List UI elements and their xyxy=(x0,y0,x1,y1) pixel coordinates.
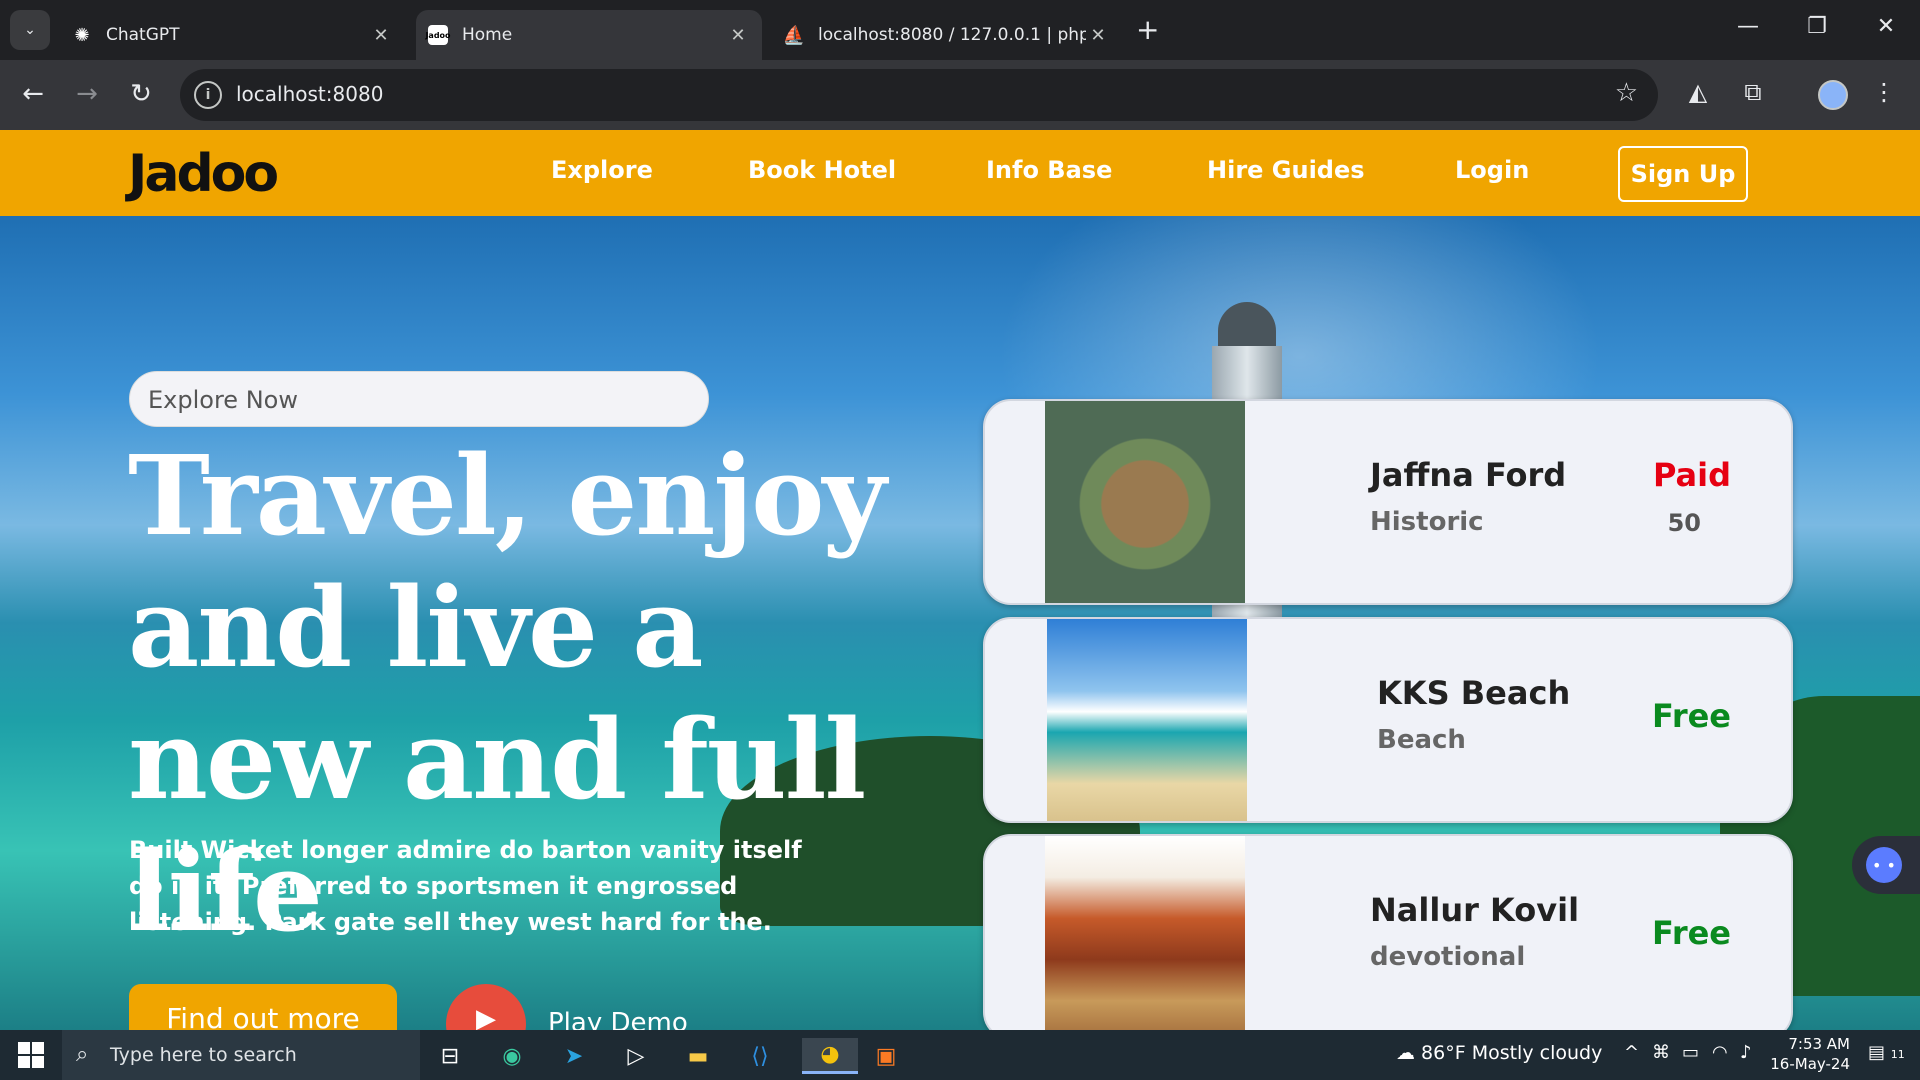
window-close-icon[interactable]: ✕ xyxy=(1866,14,1906,39)
site-logo[interactable]: Jadoo xyxy=(128,144,279,204)
tab-phpmyadmin[interactable]: ⛵ localhost:8080 / 127.0.0.1 | phpMy ✕ xyxy=(772,10,1122,60)
play-icon: ▶ xyxy=(476,1004,496,1030)
restore-icon[interactable]: ❐ xyxy=(1797,14,1837,39)
card-price-status: Free xyxy=(1652,697,1731,735)
card-title: KKS Beach xyxy=(1377,674,1571,712)
xampp-icon[interactable]: ▣ xyxy=(866,1038,906,1074)
tab-label: localhost:8080 / 127.0.0.1 | phpMy xyxy=(818,25,1086,45)
back-icon[interactable]: ← xyxy=(18,80,48,108)
card-category: devotional xyxy=(1370,942,1526,972)
chrome-icon[interactable]: ◕ xyxy=(802,1038,858,1074)
media-player-icon[interactable]: ▷ xyxy=(616,1038,656,1074)
menu-kebab-icon[interactable]: ⋮ xyxy=(1867,78,1901,106)
card-title: Nallur Kovil xyxy=(1370,891,1580,929)
explore-now-pill[interactable]: Explore Now xyxy=(129,371,709,427)
taskbar-search[interactable]: ⌕ Type here to search xyxy=(62,1030,420,1080)
notification-glyph: ▤ xyxy=(1868,1042,1886,1063)
weather-text: 86°F Mostly cloudy xyxy=(1421,1042,1603,1064)
task-view-icon[interactable]: ⊟ xyxy=(430,1038,470,1074)
fort-aerial-image xyxy=(1045,401,1245,603)
card-price-value: 50 xyxy=(1667,509,1701,537)
find-out-more-button[interactable]: Find out more xyxy=(129,984,397,1030)
nav-explore[interactable]: Explore xyxy=(551,156,653,184)
volume-icon[interactable]: ♪ xyxy=(1740,1042,1752,1063)
reload-icon[interactable]: ↻ xyxy=(126,80,156,108)
chat-widget[interactable]: • • xyxy=(1852,836,1920,894)
extension-icon[interactable]: ◭ xyxy=(1681,78,1715,106)
extensions-puzzle-icon[interactable]: ⧉ xyxy=(1736,78,1770,106)
meet-icon[interactable]: ⌘ xyxy=(1652,1042,1670,1063)
destination-card[interactable]: Jaffna Ford Historic Paid 50 xyxy=(983,399,1793,605)
tab-label: ChatGPT xyxy=(106,25,180,45)
wifi-icon[interactable]: ◠ xyxy=(1712,1042,1728,1063)
telegram-icon[interactable]: ➤ xyxy=(554,1038,594,1074)
play-demo-label[interactable]: Play Demo xyxy=(548,1008,688,1030)
phpmyadmin-icon: ⛵ xyxy=(782,24,806,46)
card-category: Historic xyxy=(1370,507,1484,537)
vscode-icon[interactable]: ⟨⟩ xyxy=(740,1038,780,1074)
windows-start-icon[interactable] xyxy=(18,1042,44,1068)
site-info-icon[interactable]: i xyxy=(194,81,222,109)
nav-hire-guides[interactable]: Hire Guides xyxy=(1207,156,1365,184)
chatgpt-icon: ✺ xyxy=(74,24,90,46)
forward-icon[interactable]: → xyxy=(72,80,102,108)
close-icon[interactable]: ✕ xyxy=(369,25,393,46)
taskbar-clock[interactable]: 7:53 AM 16-May-24 xyxy=(1762,1034,1850,1074)
card-title: Jaffna Ford xyxy=(1370,456,1567,494)
beach-image xyxy=(1047,619,1247,821)
explore-now-label: Explore Now xyxy=(148,386,298,414)
notification-icon[interactable]: ▤ 11 xyxy=(1868,1042,1905,1063)
close-icon[interactable]: ✕ xyxy=(1086,25,1110,46)
search-icon: ⌕ xyxy=(76,1042,89,1067)
address-bar[interactable]: i localhost:8080 ☆ xyxy=(180,69,1658,121)
site-navbar: Jadoo Explore Book Hotel Info Base Hire … xyxy=(0,130,1920,216)
temple-image xyxy=(1045,836,1245,1030)
minimize-icon[interactable]: — xyxy=(1728,14,1768,39)
browser-toolbar: ← → ↻ i localhost:8080 ☆ ◭ ⧉ ⋮ xyxy=(0,60,1920,130)
taskbar-search-placeholder: Type here to search xyxy=(110,1044,297,1066)
bookmark-star-icon[interactable]: ☆ xyxy=(1615,78,1638,108)
jadoo-favicon: Jadoo xyxy=(425,25,451,45)
file-explorer-icon[interactable]: ▬ xyxy=(678,1038,718,1074)
weather-widget[interactable]: ☁ 86°F Mostly cloudy xyxy=(1396,1042,1602,1064)
clock-time: 7:53 AM xyxy=(1788,1035,1850,1053)
tab-chatgpt[interactable]: ✺ ChatGPT ✕ xyxy=(60,10,405,60)
battery-icon[interactable]: ▭ xyxy=(1682,1042,1699,1063)
profile-avatar[interactable] xyxy=(1818,80,1848,110)
hero-description: Built Wicket longer admire do barton van… xyxy=(129,836,802,936)
nav-info-base[interactable]: Info Base xyxy=(986,156,1112,184)
close-icon[interactable]: ✕ xyxy=(726,25,750,46)
destination-card[interactable]: KKS Beach Beach Free xyxy=(983,617,1793,823)
card-category: Beach xyxy=(1377,725,1466,755)
weather-cloud-icon: ☁ xyxy=(1396,1042,1415,1064)
new-tab-button[interactable]: + xyxy=(1136,16,1159,44)
tab-label: Home xyxy=(462,25,513,45)
card-price-status: Free xyxy=(1652,914,1731,952)
browser-tab-bar: ⌄ ✺ ChatGPT ✕ Jadoo Home ✕ ⛵ localhost:8… xyxy=(0,0,1920,60)
tray-chevron-icon[interactable]: ^ xyxy=(1624,1042,1639,1063)
url-text[interactable]: localhost:8080 xyxy=(236,82,383,106)
chatbot-icon: • • xyxy=(1866,847,1902,883)
destination-card[interactable]: Nallur Kovil devotional Free xyxy=(983,834,1793,1030)
card-price-status: Paid xyxy=(1652,456,1731,494)
nav-login[interactable]: Login xyxy=(1455,156,1529,184)
edge-icon[interactable]: ◉ xyxy=(492,1038,532,1074)
notification-count: 11 xyxy=(1890,1048,1905,1061)
signup-button[interactable]: Sign Up xyxy=(1618,146,1748,202)
clock-date: 16-May-24 xyxy=(1770,1055,1850,1073)
tab-search-button[interactable]: ⌄ xyxy=(10,10,50,50)
web-page: Jadoo Explore Book Hotel Info Base Hire … xyxy=(0,130,1920,1030)
windows-taskbar: ⌕ Type here to search ⊟ ◉ ➤ ▷ ▬ ⟨⟩ ◕ ▣ ☁… xyxy=(0,1030,1920,1080)
nav-book-hotel[interactable]: Book Hotel xyxy=(748,156,896,184)
tab-home[interactable]: Jadoo Home ✕ xyxy=(416,10,762,60)
